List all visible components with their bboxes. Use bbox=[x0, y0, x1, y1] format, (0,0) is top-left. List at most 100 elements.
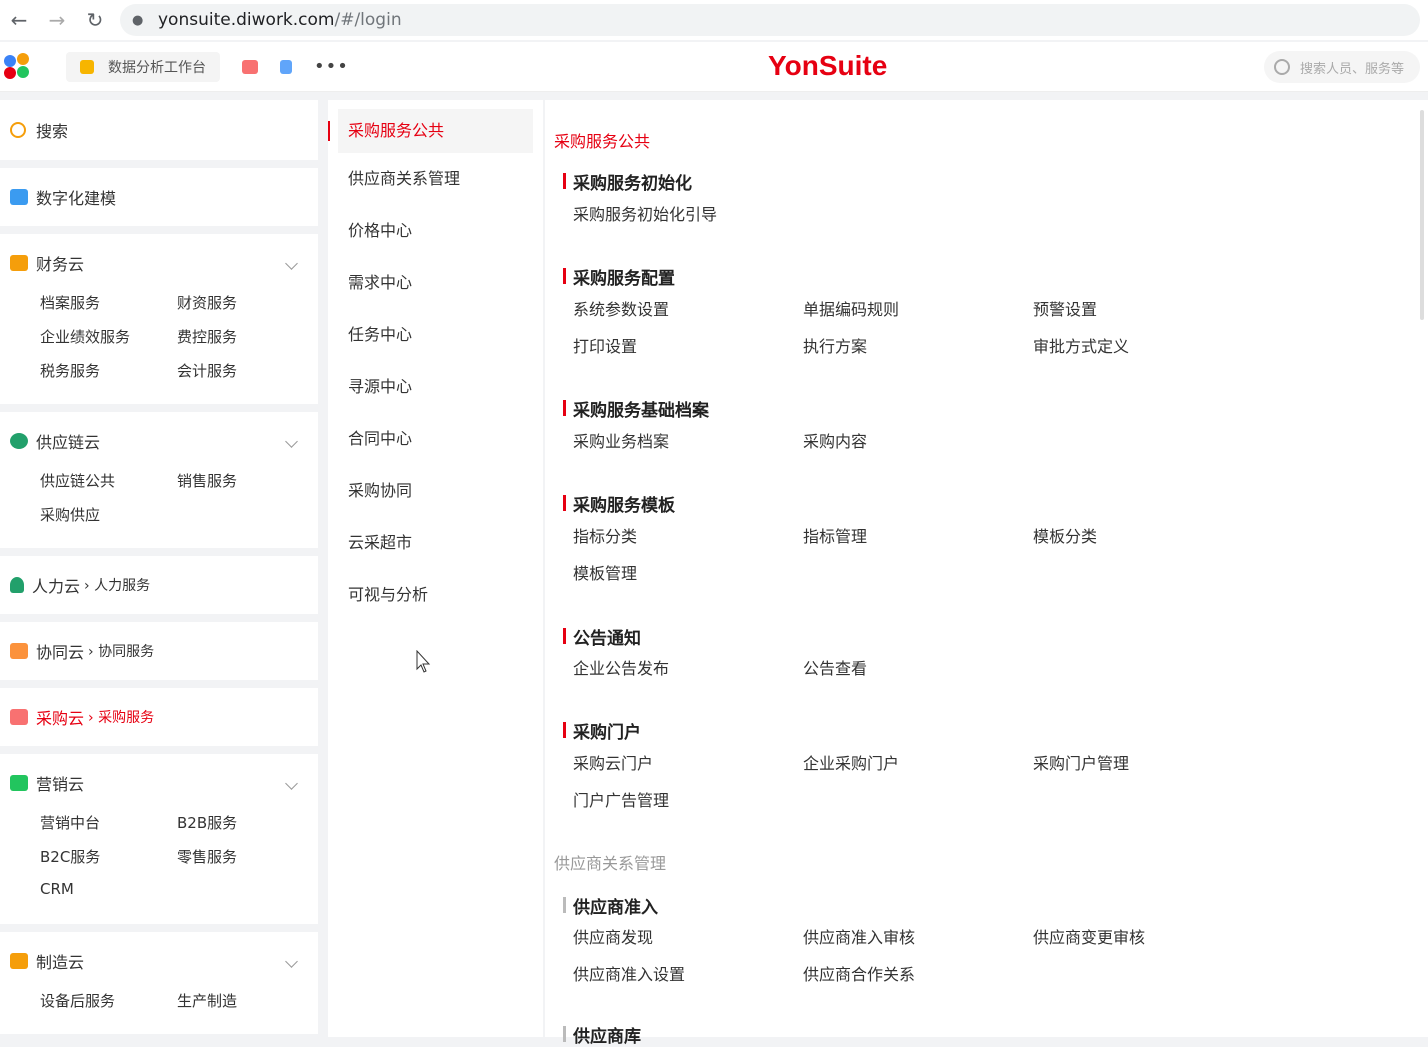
collab-icon bbox=[10, 643, 28, 659]
menu-item-demand-center[interactable]: 需求中心 bbox=[328, 257, 543, 309]
cart-icon bbox=[10, 709, 28, 725]
reload-icon[interactable]: ↻ bbox=[76, 8, 114, 32]
service-link[interactable]: 企业采购门户 bbox=[803, 750, 899, 774]
service-link[interactable]: 供应商发现 bbox=[573, 924, 653, 948]
service-link[interactable]: 采购内容 bbox=[803, 428, 867, 452]
chevron-down-icon[interactable] bbox=[285, 256, 298, 270]
sidebar-collab[interactable]: 协同云 › 协同服务 bbox=[0, 622, 318, 680]
service-link[interactable]: 采购业务档案 bbox=[573, 428, 669, 452]
sidebar-purchase[interactable]: 采购云 › 采购服务 bbox=[0, 688, 318, 746]
tab-data-analysis[interactable]: 数据分析工作台 bbox=[66, 51, 220, 82]
menu-item-cloud-mall[interactable]: 云采超市 bbox=[328, 517, 543, 569]
address-bar[interactable]: ● yonsuite.diwork.com/#/login bbox=[120, 4, 1420, 36]
url-host: yonsuite.diwork.com bbox=[158, 10, 335, 30]
finance-icon bbox=[10, 255, 28, 271]
sidebar-subitem[interactable]: B2B服务 bbox=[177, 812, 314, 846]
sidebar-group-manufacturing: 制造云 设备后服务 生产制造 bbox=[0, 932, 318, 1034]
sidebar-subitem[interactable]: 营销中台 bbox=[40, 812, 177, 846]
group-title: 采购服务配置 bbox=[563, 264, 675, 289]
sidebar-subitem[interactable]: 销售服务 bbox=[177, 470, 314, 504]
group-title: 采购服务模板 bbox=[563, 491, 675, 516]
supply-header[interactable]: 供应链云 bbox=[0, 412, 318, 470]
more-icon[interactable]: ••• bbox=[314, 56, 349, 77]
service-link[interactable]: 采购服务初始化引导 bbox=[573, 201, 717, 225]
service-link[interactable]: 门户广告管理 bbox=[573, 787, 669, 811]
mouse-cursor-icon bbox=[416, 650, 431, 673]
sidebar-subitem[interactable]: 税务服务 bbox=[40, 360, 177, 394]
group-title: 采购门户 bbox=[563, 718, 641, 743]
service-link[interactable]: 指标管理 bbox=[803, 523, 867, 547]
service-link[interactable]: 预警设置 bbox=[1033, 296, 1097, 320]
sidebar-subitem[interactable]: 生产制造 bbox=[177, 990, 314, 1024]
sidebar-subitem[interactable]: 采购供应 bbox=[40, 504, 177, 538]
search-placeholder: 搜索人员、服务等 bbox=[1300, 61, 1405, 77]
group-title: 制造云 bbox=[36, 953, 85, 972]
service-link[interactable]: 供应商准入审核 bbox=[803, 924, 915, 948]
sidebar-subitem[interactable]: 档案服务 bbox=[40, 292, 177, 326]
service-link[interactable]: 单据编码规则 bbox=[803, 296, 899, 320]
service-link[interactable]: 审批方式定义 bbox=[1033, 333, 1129, 357]
menu-item-procurement-common[interactable]: 采购服务公共 bbox=[328, 109, 533, 153]
app-launcher-icon[interactable] bbox=[4, 52, 32, 81]
url-path: /#/login bbox=[334, 10, 402, 30]
sidebar: 搜索 数字化建模 财务云 档案服务 财资服务 企业绩效服务 费控服务 税务服务 … bbox=[0, 100, 318, 1042]
service-link[interactable]: 指标分类 bbox=[573, 523, 637, 547]
service-link[interactable]: 执行方案 bbox=[803, 333, 867, 357]
brand-logo: YonSuite bbox=[768, 50, 888, 81]
chart-icon bbox=[10, 775, 28, 791]
global-search[interactable]: 搜索人员、服务等 bbox=[1264, 51, 1420, 83]
finance-header[interactable]: 财务云 bbox=[0, 234, 318, 292]
sidebar-subitem[interactable]: 零售服务 bbox=[177, 846, 314, 880]
breadcrumb: › 采购服务 bbox=[88, 710, 155, 726]
sidebar-search-label: 搜索 bbox=[36, 122, 69, 141]
sidebar-subitem[interactable]: 费控服务 bbox=[177, 326, 314, 360]
sidebar-subitem[interactable]: 会计服务 bbox=[177, 360, 314, 394]
service-link[interactable]: 公告查看 bbox=[803, 655, 867, 679]
sidebar-subitem[interactable]: B2C服务 bbox=[40, 846, 177, 880]
breadcrumb: › 人力服务 bbox=[84, 578, 151, 594]
chevron-down-icon[interactable] bbox=[285, 434, 298, 448]
service-link[interactable]: 采购云门户 bbox=[573, 750, 653, 774]
menu-item-task-center[interactable]: 任务中心 bbox=[328, 309, 543, 361]
service-link[interactable]: 系统参数设置 bbox=[573, 296, 669, 320]
sidebar-subitem[interactable]: CRM bbox=[40, 880, 177, 914]
red-app-icon[interactable] bbox=[242, 59, 258, 74]
content-panel: 采购服务公共 采购服务初始化 采购服务初始化引导 采购服务配置 系统参数设置 单… bbox=[545, 100, 1428, 1047]
chevron-down-icon[interactable] bbox=[285, 954, 298, 968]
back-icon[interactable]: ← bbox=[0, 8, 38, 32]
scrollbar[interactable] bbox=[1420, 110, 1424, 320]
group-title: 营销云 bbox=[36, 775, 85, 794]
service-link[interactable]: 企业公告发布 bbox=[573, 655, 669, 679]
sidebar-subitem[interactable]: 企业绩效服务 bbox=[40, 326, 177, 360]
marketing-header[interactable]: 营销云 bbox=[0, 754, 318, 812]
sidebar-hr[interactable]: 人力云 › 人力服务 bbox=[0, 556, 318, 614]
menu-item-supplier-relations[interactable]: 供应商关系管理 bbox=[328, 153, 543, 205]
menu-item-procurement-collab[interactable]: 采购协同 bbox=[328, 465, 543, 517]
sidebar-subitem[interactable]: 供应链公共 bbox=[40, 470, 177, 504]
forward-icon[interactable]: → bbox=[38, 8, 76, 32]
group-title: 协同云 bbox=[36, 643, 85, 662]
blue-app-icon[interactable] bbox=[280, 59, 292, 74]
service-link[interactable]: 模板管理 bbox=[573, 560, 637, 584]
service-link[interactable]: 打印设置 bbox=[573, 333, 637, 357]
service-link[interactable]: 供应商变更审核 bbox=[1033, 924, 1145, 948]
sidebar-digital-modeling[interactable]: 数字化建模 bbox=[0, 168, 318, 226]
manufacturing-header[interactable]: 制造云 bbox=[0, 932, 318, 990]
app-header: 数据分析工作台 ••• YonSuite 搜索人员、服务等 bbox=[0, 42, 1428, 92]
sidebar-group-supply: 供应链云 供应链公共 销售服务 采购供应 bbox=[0, 412, 318, 548]
menu-item-analytics[interactable]: 可视与分析 bbox=[328, 569, 543, 621]
sidebar-search[interactable]: 搜索 bbox=[0, 100, 318, 160]
search-icon bbox=[10, 122, 26, 138]
sidebar-group-marketing: 营销云 营销中台 B2B服务 B2C服务 零售服务 CRM bbox=[0, 754, 318, 924]
sidebar-item-label: 数字化建模 bbox=[36, 189, 117, 208]
service-link[interactable]: 供应商准入设置 bbox=[573, 961, 685, 985]
menu-item-price-center[interactable]: 价格中心 bbox=[328, 205, 543, 257]
sidebar-subitem[interactable]: 设备后服务 bbox=[40, 990, 177, 1024]
service-link[interactable]: 采购门户管理 bbox=[1033, 750, 1129, 774]
chevron-down-icon[interactable] bbox=[285, 776, 298, 790]
sidebar-subitem[interactable]: 财资服务 bbox=[177, 292, 314, 326]
service-link[interactable]: 供应商合作关系 bbox=[803, 961, 915, 985]
menu-item-contract-center[interactable]: 合同中心 bbox=[328, 413, 543, 465]
service-link[interactable]: 模板分类 bbox=[1033, 523, 1097, 547]
menu-item-sourcing-center[interactable]: 寻源中心 bbox=[328, 361, 543, 413]
